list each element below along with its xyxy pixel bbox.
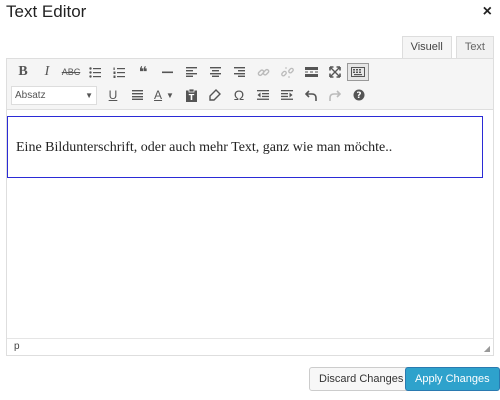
chevron-down-icon: ▼ — [85, 90, 93, 100]
italic-icon[interactable]: I — [35, 62, 59, 82]
align-left-icon[interactable] — [179, 62, 203, 82]
dialog-title: Text Editor — [6, 2, 87, 21]
tab-text[interactable]: Text — [455, 36, 494, 59]
justify-icon[interactable] — [125, 85, 149, 105]
text-color-icon[interactable]: A ▼ — [149, 85, 179, 105]
format-select-value: Absatz — [15, 89, 46, 101]
tab-visual[interactable]: Visuell — [401, 36, 452, 59]
bold-icon[interactable]: B — [11, 62, 35, 82]
blockquote-icon[interactable]: ❝ — [131, 62, 155, 82]
align-center-icon[interactable] — [203, 62, 227, 82]
outdent-icon[interactable] — [251, 85, 275, 105]
numbered-list-icon[interactable] — [107, 62, 131, 82]
editor-frame: B I ABC ❝ Absatz ▼ U A ▼ T Ω ? Eine Bild… — [6, 58, 494, 356]
undo-icon[interactable] — [299, 85, 323, 105]
link-icon[interactable] — [251, 62, 275, 82]
underline-icon[interactable]: U — [101, 85, 125, 105]
text-color-label: A — [154, 88, 163, 102]
editor-toolbar: B I ABC ❝ Absatz ▼ U A ▼ T Ω ? — [7, 59, 493, 110]
editor-mode-tabs: Visuell Text — [398, 36, 494, 59]
text-editor-dialog: Text Editor × Visuell Text B I ABC ❝ Abs… — [0, 0, 500, 400]
fullscreen-icon[interactable] — [323, 62, 347, 82]
keyboard-icon[interactable] — [347, 63, 369, 81]
toolbar-row-1: B I ABC ❝ — [11, 61, 369, 83]
paste-text-icon[interactable]: T — [179, 85, 203, 105]
horizontal-line-icon[interactable] — [155, 62, 179, 82]
unlink-icon[interactable] — [275, 62, 299, 82]
editor-content-area[interactable]: Eine Bildunterschrift, oder auch mehr Te… — [7, 116, 493, 338]
strikethrough-icon[interactable]: ABC — [59, 62, 83, 82]
underline-label: U — [108, 88, 118, 102]
special-character-icon[interactable]: Ω — [227, 85, 251, 105]
element-path[interactable]: p — [14, 341, 20, 352]
close-icon[interactable]: × — [483, 3, 492, 21]
resize-handle-icon[interactable]: ◢ — [484, 344, 490, 353]
toolbar-row-2: Absatz ▼ U A ▼ T Ω ? — [11, 84, 371, 106]
svg-text:T: T — [188, 93, 194, 102]
bullet-list-icon[interactable] — [83, 62, 107, 82]
apply-changes-button[interactable]: Apply Changes — [405, 367, 500, 391]
discard-changes-button[interactable]: Discard Changes — [309, 367, 414, 391]
read-more-icon[interactable] — [299, 62, 323, 82]
redo-icon[interactable] — [323, 85, 347, 105]
svg-text:?: ? — [356, 91, 361, 101]
chevron-down-icon: ▼ — [166, 90, 174, 100]
clear-formatting-icon[interactable] — [203, 85, 227, 105]
indent-icon[interactable] — [275, 85, 299, 105]
align-right-icon[interactable] — [227, 62, 251, 82]
editor-statusbar: p ◢ — [7, 338, 493, 355]
caption-paragraph[interactable]: Eine Bildunterschrift, oder auch mehr Te… — [7, 116, 483, 178]
format-select[interactable]: Absatz ▼ — [11, 85, 97, 105]
help-icon[interactable]: ? — [347, 85, 371, 105]
